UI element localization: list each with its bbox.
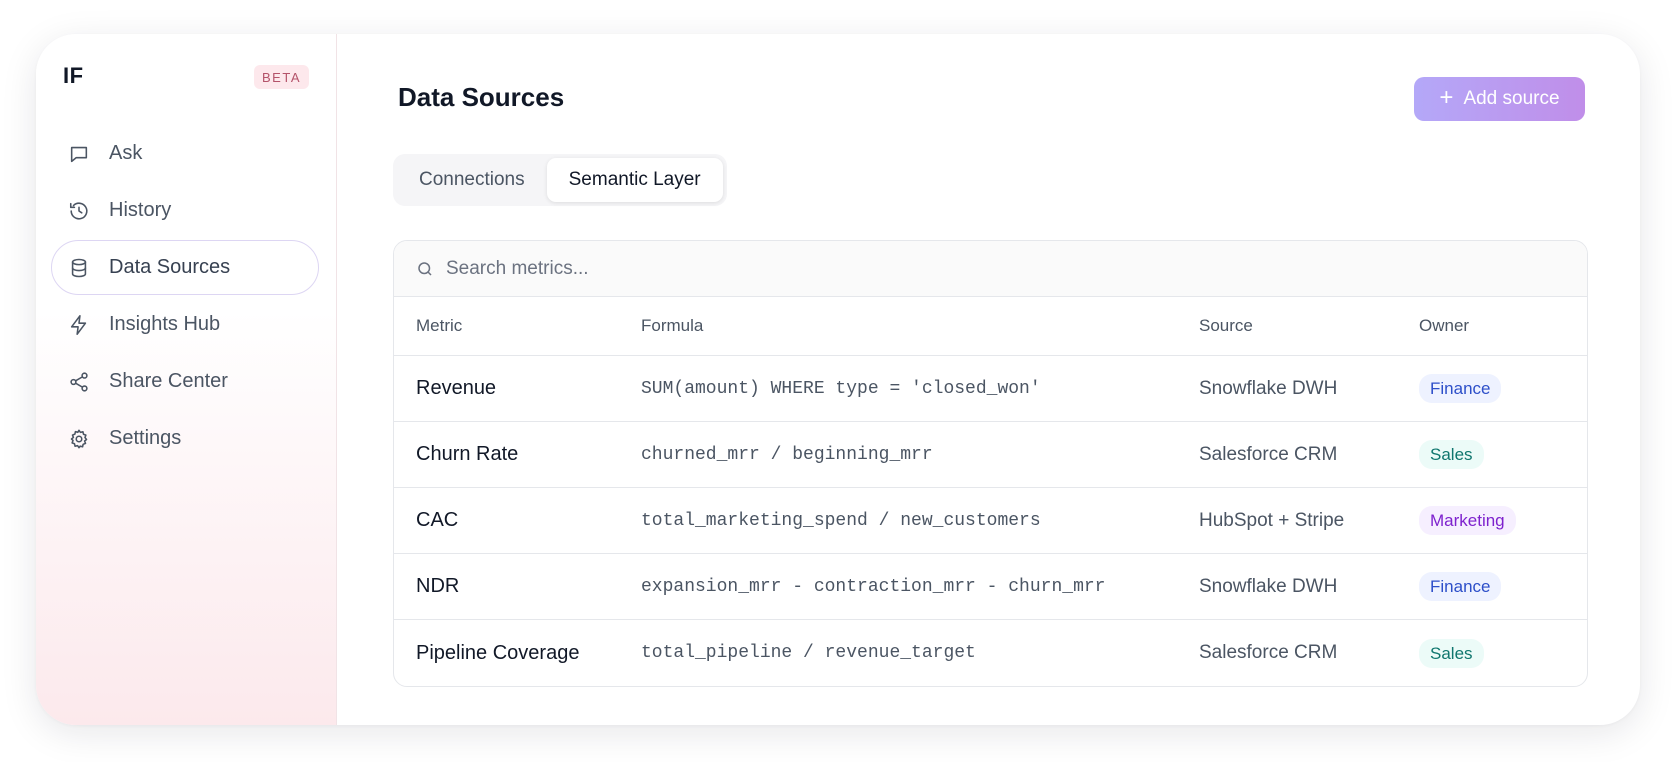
- sidebar-item-label: Share Center: [109, 370, 228, 392]
- brand-logo: IF: [63, 63, 84, 88]
- table-row[interactable]: CAC total_marketing_spend / new_customer…: [394, 488, 1587, 554]
- main-content: Data Sources + Add source Connections Se…: [337, 34, 1640, 725]
- table-header: Metric Formula Source Owner: [394, 297, 1587, 356]
- metric-name: Churn Rate: [416, 443, 519, 465]
- metric-name: Pipeline Coverage: [416, 641, 580, 664]
- owner-badge: Sales: [1419, 440, 1484, 469]
- metric-formula: churned_mrr / beginning_mrr: [641, 444, 933, 465]
- metric-source: HubSpot + Stripe: [1199, 509, 1345, 531]
- owner-badge: Finance: [1419, 374, 1502, 403]
- metric-name: CAC: [416, 509, 459, 531]
- sidebar-item-insights-hub[interactable]: Insights Hub: [51, 297, 319, 352]
- metric-source: Salesforce CRM: [1199, 443, 1338, 465]
- beta-badge: BETA: [254, 65, 309, 89]
- metric-formula: expansion_mrr - contraction_mrr - churn_…: [641, 576, 1106, 597]
- add-source-button[interactable]: + Add source: [1414, 77, 1585, 121]
- sidebar-nav: Ask History Data Sources Insights Hub Sh…: [51, 126, 319, 468]
- tab-bar: Connections Semantic Layer: [393, 154, 727, 206]
- sidebar-item-label: Insights Hub: [109, 313, 221, 335]
- sidebar-item-settings[interactable]: Settings: [51, 411, 319, 466]
- search-bar: [394, 241, 1587, 297]
- app-window: IF BETA Ask History Data Sources Insight…: [36, 34, 1640, 725]
- metric-name: Revenue: [416, 377, 497, 399]
- table-row[interactable]: Pipeline Coverage total_pipeline / reven…: [394, 620, 1587, 686]
- chat-icon: [67, 142, 91, 166]
- sidebar-item-share-center[interactable]: Share Center: [51, 354, 319, 409]
- sidebar-item-label: Settings: [109, 427, 182, 449]
- page-title: Data Sources: [398, 82, 565, 112]
- add-source-label: Add source: [1463, 88, 1560, 109]
- metric-formula: total_pipeline / revenue_target: [641, 643, 976, 663]
- column-header-formula[interactable]: Formula: [641, 316, 1199, 336]
- metric-name: NDR: [416, 575, 460, 597]
- search-input[interactable]: [446, 257, 1346, 280]
- sidebar-item-label: Ask: [109, 142, 143, 164]
- owner-badge: Finance: [1419, 572, 1502, 601]
- owner-badge: Marketing: [1419, 506, 1516, 535]
- sidebar-item-data-sources[interactable]: Data Sources: [51, 240, 319, 295]
- table-row[interactable]: NDR expansion_mrr - contraction_mrr - ch…: [394, 554, 1587, 620]
- metric-formula: SUM(amount) WHERE type = 'closed_won': [641, 378, 1041, 399]
- sidebar-item-label: History: [109, 199, 172, 221]
- metric-source: Snowflake DWH: [1199, 575, 1338, 597]
- database-icon: [67, 256, 91, 280]
- sidebar-item-history[interactable]: History: [51, 183, 319, 238]
- tab-connections[interactable]: Connections: [397, 158, 547, 202]
- column-header-metric[interactable]: Metric: [394, 316, 641, 336]
- share-icon: [67, 370, 91, 394]
- sidebar-item-ask[interactable]: Ask: [51, 126, 319, 181]
- table-row[interactable]: Churn Rate churned_mrr / beginning_mrr S…: [394, 422, 1587, 488]
- sidebar-item-label: Data Sources: [109, 256, 231, 278]
- column-header-owner[interactable]: Owner: [1419, 316, 1587, 336]
- table-row[interactable]: Revenue SUM(amount) WHERE type = 'closed…: [394, 356, 1587, 422]
- metrics-table: Metric Formula Source Owner Revenue SUM(…: [393, 240, 1588, 687]
- column-header-source[interactable]: Source: [1199, 316, 1419, 336]
- history-icon: [67, 199, 91, 223]
- lightning-icon: [67, 313, 91, 337]
- search-icon: [418, 261, 432, 276]
- owner-badge: Sales: [1419, 638, 1484, 668]
- sidebar: IF BETA Ask History Data Sources Insight…: [36, 34, 337, 725]
- metric-formula: total_marketing_spend / new_customers: [641, 510, 1041, 531]
- plus-icon: +: [1439, 84, 1454, 111]
- metric-source: Salesforce CRM: [1199, 642, 1338, 663]
- tab-semantic-layer[interactable]: Semantic Layer: [546, 158, 723, 202]
- metric-source: Snowflake DWH: [1199, 377, 1338, 399]
- gear-icon: [67, 427, 91, 451]
